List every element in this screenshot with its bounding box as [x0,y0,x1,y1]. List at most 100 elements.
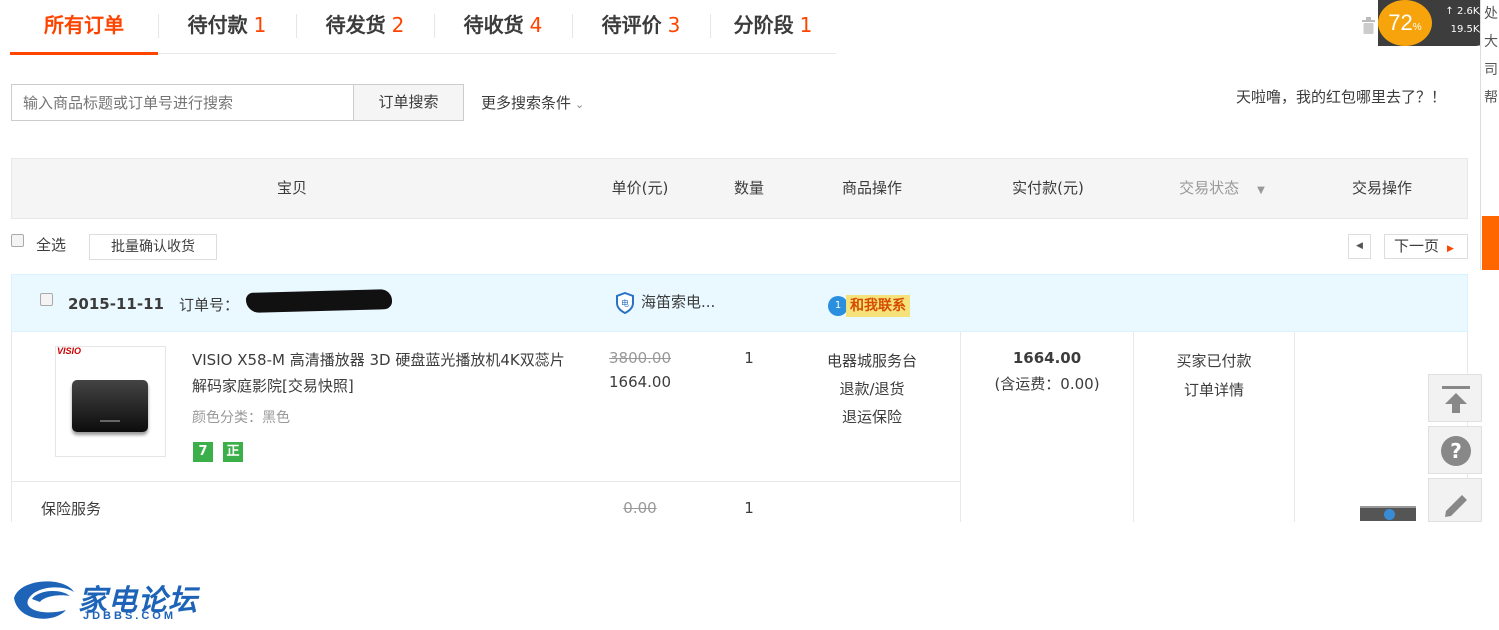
download-rate-value: 19.5 [1450,24,1473,35]
insurance-price: 0.00 [623,499,657,517]
product-thumbnail[interactable]: VISIO [55,346,166,457]
quantity: 1 [744,349,754,367]
product-title-link[interactable]: VISIO X58-M 高清播放器 3D 硬盘蓝光播放机4K双蕊片解码家庭影院[… [192,347,572,399]
row-divider [12,481,960,482]
trash-icon[interactable] [1361,17,1376,38]
caret-right-icon: ▶ [1447,244,1454,254]
select-all-label[interactable]: 全选 [36,234,66,255]
edge-char: 大 [1484,34,1498,50]
tab-label: 待收货 [463,13,524,37]
red-packet-link[interactable]: 天啦噜，我的红包哪里去了？！ [1236,86,1446,107]
paid-amount: 1664.00 [1012,349,1082,367]
tab-pending-shipment[interactable]: 待发货 2 [296,0,434,54]
taskbar-thumbnail [1360,506,1416,521]
watermark-subtext: JDBBS.COM [83,610,177,622]
edge-char: 司 [1484,62,1498,78]
header-quantity: 数量 [733,179,764,197]
order-tabs: 所有订单 待付款 1 待发货 2 待收货 4 待评价 3 分阶段 1 [10,0,836,55]
next-page-label: 下一页 [1394,237,1440,255]
tab-count: 2 [391,13,405,37]
edge-orange-tab[interactable] [1482,216,1499,270]
prev-page-button[interactable]: ◀ [1348,234,1371,259]
next-page-button[interactable]: 下一页 ▶ [1384,234,1468,259]
tab-all-orders[interactable]: 所有订单 [10,0,158,55]
genuine-guarantee-icon[interactable]: 正 [223,442,243,462]
redacted-order-number [245,289,393,313]
chat-badge-count: 1 [834,300,842,311]
tab-count: 1 [799,13,813,37]
order-checkbox[interactable] [40,293,53,306]
upload-rate-value: 2.6 [1456,6,1473,17]
edge-panel-text: 处 大 司 帮 [1484,0,1498,112]
chevron-down-icon: ⌄ [575,98,585,111]
tab-label: 待发货 [325,13,386,37]
svg-text:电: 电 [621,298,629,308]
tab-label: 所有订单 [44,13,124,37]
service-desk-link[interactable]: 电器城服务台 [802,347,942,375]
header-status: 交易状态 [1179,179,1240,197]
edge-char: 帮 [1484,90,1498,106]
speed-percent: 72% [1378,0,1432,46]
more-search-label: 更多搜索条件 [481,94,572,112]
column-divider [1294,332,1295,522]
shop-shield-icon: 电 [616,292,634,314]
order-body: VISIO VISIO X58-M 高清播放器 3D 硬盘蓝光播放机4K双蕊片解… [11,332,1468,522]
unit-price: 1664.00 [608,373,672,391]
status-text: 买家已付款 [1176,352,1252,370]
chat-bubble-icon: 1 [828,296,848,316]
network-speed-widget[interactable]: 72% ↑ 2.6K/s 19.5K/s [1378,0,1490,46]
speed-percent-value: 72 [1388,10,1413,35]
help-button[interactable]: ? [1428,426,1482,474]
brand-logo: VISIO [57,346,82,356]
more-search-conditions[interactable]: 更多搜索条件 ⌄ [481,92,584,113]
select-all-checkbox[interactable] [11,234,24,247]
edge-char: 处 [1484,6,1498,22]
order-search-input[interactable] [11,84,354,121]
order-list-page: 所有订单 待付款1 待发货2 待收货4 待评价3 分阶段1 72% ↑ 2.6K… [0,0,1499,630]
app-icon [1384,509,1395,520]
pencil-icon [1445,495,1467,517]
insurance-quantity: 1 [744,499,754,517]
order-date: 2015-11-11 [68,295,164,313]
tab-label: 分阶段 [733,13,794,37]
question-icon: ? [1441,436,1471,466]
contact-label: 和我联系 [846,295,910,317]
order-search-button[interactable]: 订单搜索 [353,84,464,121]
original-price: 3800.00 [608,349,672,367]
return-insurance-link[interactable]: 退运保险 [802,403,942,431]
order-number-label: 订单号： [179,296,240,314]
seven-day-return-icon[interactable]: 7 [193,442,213,462]
tab-pending-receipt[interactable]: 待收货 4 [434,0,572,54]
order-detail-link[interactable]: 订单详情 [1134,376,1294,405]
header-trade-ops: 交易操作 [1351,179,1412,197]
tab-pending-payment[interactable]: 待付款 1 [158,0,296,54]
svg-text:?: ? [1450,439,1462,463]
header-paid: 实付款(元) [1012,179,1084,197]
tab-count: 3 [667,13,681,37]
header-unit-price: 单价(元) [611,179,669,197]
header-item-ops: 商品操作 [841,179,902,197]
batch-confirm-button[interactable]: 批量确认收货 [89,234,217,260]
product-color: 颜色分类：黑色 [192,410,290,426]
tab-count: 4 [529,13,543,37]
arrow-up-icon [1442,386,1470,413]
shop-name-link[interactable]: 海笛索电... [641,291,715,312]
player-device-image [72,380,148,432]
right-edge-panel[interactable]: 处 大 司 帮 [1480,0,1499,270]
item-operations: 电器城服务台 退款/退货 退运保险 [802,347,942,431]
tab-pending-review[interactable]: 待评价 3 [572,0,710,54]
header-item: 宝贝 [276,179,307,197]
shipping-fee: (含运费：0.00) [994,375,1100,393]
tab-label: 待评价 [601,13,662,37]
insurance-label: 保险服务 [41,500,102,518]
tab-staged[interactable]: 分阶段 1 [710,0,836,54]
order-header: 2015-11-11 订单号： 电 海笛索电... 1 和我联系 [11,274,1468,332]
feedback-button[interactable] [1428,478,1482,522]
orders-table-header: 宝贝 单价(元) 数量 商品操作 实付款(元) 交易状态 ▼ 交易操作 [11,158,1468,219]
trade-status: 买家已付款 订单详情 [1134,347,1294,405]
refund-return-link[interactable]: 退款/退货 [802,375,942,403]
back-to-top-button[interactable] [1428,374,1482,422]
tab-label: 待付款 [187,13,248,37]
header-status-filter[interactable]: 交易状态 ▼ [1152,159,1292,218]
speed-percent-sign: % [1412,22,1422,33]
